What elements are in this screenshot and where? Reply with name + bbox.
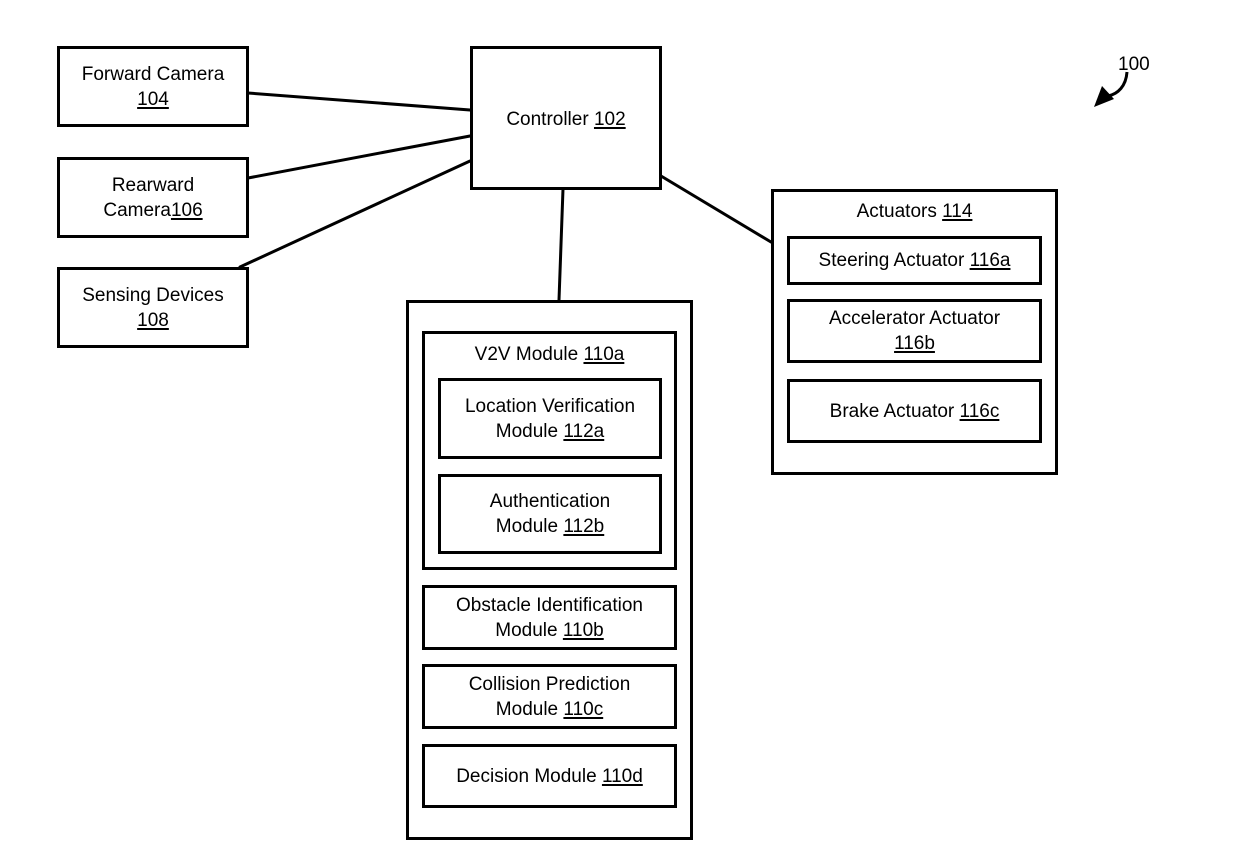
rearward-camera-label-2: Camera (103, 199, 171, 221)
authentication-module-box: Authentication Module 112b (438, 474, 662, 554)
controller-label: Controller (506, 109, 589, 130)
actuators-ref: 114 (942, 201, 973, 222)
collision-prediction-module-box: Collision Prediction Module 110c (422, 664, 677, 729)
controller-box: Controller 102 (470, 46, 662, 190)
wire-controller-actuators (659, 174, 773, 244)
wire-rearward-camera-controller (246, 134, 472, 180)
forward-camera-box: Forward Camera 104 (57, 46, 249, 127)
decision-module-box: Decision Module 110d (422, 744, 677, 808)
authentication-ref: 112b (563, 516, 605, 537)
steering-actuator-ref: 116a (969, 250, 1011, 271)
v2v-module-ref: 110a (583, 344, 625, 365)
figure-ref-arrow (1094, 71, 1129, 107)
obstacle-identification-module-box: Obstacle Identification Module 110b (422, 585, 677, 650)
decision-module-label: Decision Module (456, 765, 597, 787)
location-verification-module-box: Location Verification Module 112a (438, 378, 662, 459)
actuators-label: Actuators (856, 201, 937, 222)
wire-sensing-devices-controller (238, 159, 472, 269)
steering-actuator-label: Steering Actuator (818, 250, 965, 271)
accelerator-actuator-box: Accelerator Actuator 116b (787, 299, 1042, 363)
rearward-camera-box: Rearward Camera106 (57, 157, 249, 238)
forward-camera-ref: 104 (137, 88, 169, 110)
location-verification-label: Location Verification (464, 395, 636, 417)
location-verification-ref: 112a (563, 420, 605, 442)
brake-actuator-ref: 116c (959, 400, 1000, 422)
brake-actuator-box: Brake Actuator 116c (787, 379, 1042, 443)
rearward-camera-ref: 106 (170, 199, 203, 221)
obstacle-identification-label: Obstacle Identification (456, 594, 643, 616)
forward-camera-label: Forward Camera (81, 63, 225, 85)
sensing-devices-ref: 108 (137, 309, 169, 331)
v2v-module-label: V2V Module (474, 344, 579, 365)
controller-ref: 102 (593, 109, 626, 130)
brake-actuator-label: Brake Actuator (829, 400, 955, 422)
wire-forward-camera-controller (246, 91, 472, 112)
wire-controller-modules (557, 187, 565, 302)
steering-actuator-box: Steering Actuator 116a (787, 236, 1042, 285)
sensing-devices-label: Sensing Devices (82, 284, 224, 306)
authentication-label-2: Module (495, 516, 559, 537)
collision-prediction-label-2: Module (495, 698, 559, 720)
location-verification-label-2: Module (495, 420, 559, 442)
collision-prediction-ref: 110c (563, 698, 604, 720)
collision-prediction-label: Collision Prediction (468, 673, 631, 695)
authentication-label: Authentication (489, 491, 611, 512)
accelerator-actuator-label: Accelerator Actuator (828, 308, 1001, 329)
decision-module-ref: 110d (601, 765, 643, 787)
obstacle-identification-label-2: Module (495, 619, 558, 641)
rearward-camera-label: Rearward (111, 174, 195, 196)
sensing-devices-box: Sensing Devices 108 (57, 267, 249, 348)
figure-ref-label: 100 (1118, 54, 1150, 75)
accelerator-actuator-ref: 116b (894, 333, 935, 354)
obstacle-identification-ref: 110b (562, 619, 604, 641)
